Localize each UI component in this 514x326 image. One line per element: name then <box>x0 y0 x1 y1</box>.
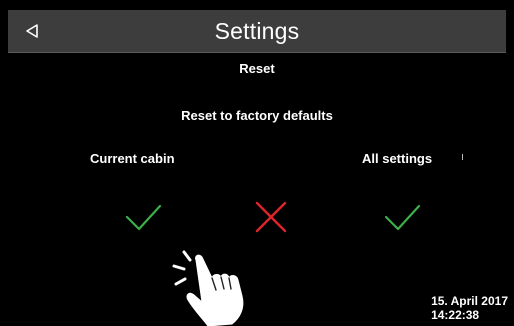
pointing-hand-icon <box>172 250 244 326</box>
time-text: 14:22:38 <box>431 308 480 322</box>
cross-icon <box>255 201 287 233</box>
datetime-display: 15. April 2017 14:22:38 <box>431 294 508 322</box>
section-title: Reset <box>239 61 275 76</box>
check-icon <box>384 204 421 231</box>
confirm-current-cabin-button[interactable] <box>122 196 164 238</box>
check-icon <box>125 204 162 231</box>
back-button[interactable] <box>14 10 50 52</box>
option-label-all-settings: All settings <box>362 151 433 166</box>
reset-question: Reset to factory defaults <box>181 108 333 123</box>
confirm-all-settings-button[interactable] <box>381 196 423 238</box>
small-mark <box>462 154 463 160</box>
option-label-current-cabin: Current cabin <box>90 151 175 166</box>
cancel-button[interactable] <box>250 196 292 238</box>
date-text: 15. April 2017 <box>431 294 508 308</box>
settings-screen: Settings Reset Reset to factory defaults… <box>0 0 514 326</box>
header-bar: Settings <box>8 10 506 53</box>
back-triangle-icon <box>26 24 38 38</box>
page-title: Settings <box>214 18 300 44</box>
